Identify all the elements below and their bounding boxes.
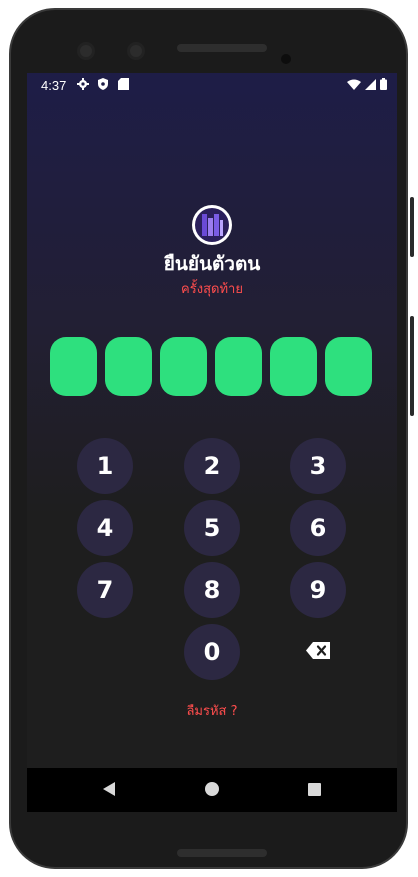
app-logo <box>192 205 232 245</box>
nav-home-button[interactable] <box>187 768 237 812</box>
status-bar: 4:37 <box>27 73 397 97</box>
pin-dot <box>215 337 262 396</box>
key-2[interactable]: 2 <box>184 438 240 494</box>
volume-button <box>410 316 414 416</box>
key-0[interactable]: 0 <box>184 624 240 680</box>
nav-recents-button[interactable] <box>289 768 339 812</box>
status-right <box>347 78 387 93</box>
key-5[interactable]: 5 <box>184 500 240 556</box>
backspace-button[interactable] <box>290 624 346 680</box>
shield-icon <box>97 78 109 90</box>
pin-dot <box>160 337 207 396</box>
signal-icon <box>365 78 376 93</box>
system-nav-bar <box>27 768 397 812</box>
key-8[interactable]: 8 <box>184 562 240 618</box>
backspace-icon <box>306 641 330 663</box>
front-camera <box>77 42 95 60</box>
home-circle-icon <box>205 781 219 800</box>
pin-dot <box>50 337 97 396</box>
screen: 4:37 ยืนยันตัวตน ครั้งสุดท้าย 1 2 3 4 5 … <box>27 73 397 812</box>
sd-card-icon <box>118 78 130 90</box>
earpiece-speaker <box>177 44 267 52</box>
forgot-pin-link[interactable]: ลืมรหัส ? <box>27 700 397 721</box>
power-button <box>410 197 414 257</box>
recents-square-icon <box>307 781 321 800</box>
pin-dot <box>325 337 372 396</box>
key-1[interactable]: 1 <box>77 438 133 494</box>
proximity-sensor <box>281 54 291 64</box>
key-6[interactable]: 6 <box>290 500 346 556</box>
key-4[interactable]: 4 <box>77 500 133 556</box>
key-9[interactable]: 9 <box>290 562 346 618</box>
pin-indicator <box>50 337 372 396</box>
nav-back-button[interactable] <box>84 768 134 812</box>
attempts-warning: ครั้งสุดท้าย <box>181 282 243 297</box>
key-3[interactable]: 3 <box>290 438 346 494</box>
back-triangle-icon <box>102 781 116 800</box>
pin-dot <box>270 337 317 396</box>
key-7[interactable]: 7 <box>77 562 133 618</box>
pin-dot <box>105 337 152 396</box>
wifi-icon <box>347 79 361 93</box>
battery-icon <box>380 78 387 93</box>
gear-icon <box>77 78 89 90</box>
status-time: 4:37 <box>41 78 67 93</box>
page-title: ยืนยันตัวตน <box>163 253 261 275</box>
front-sensor <box>127 42 145 60</box>
bottom-speaker <box>177 849 267 857</box>
